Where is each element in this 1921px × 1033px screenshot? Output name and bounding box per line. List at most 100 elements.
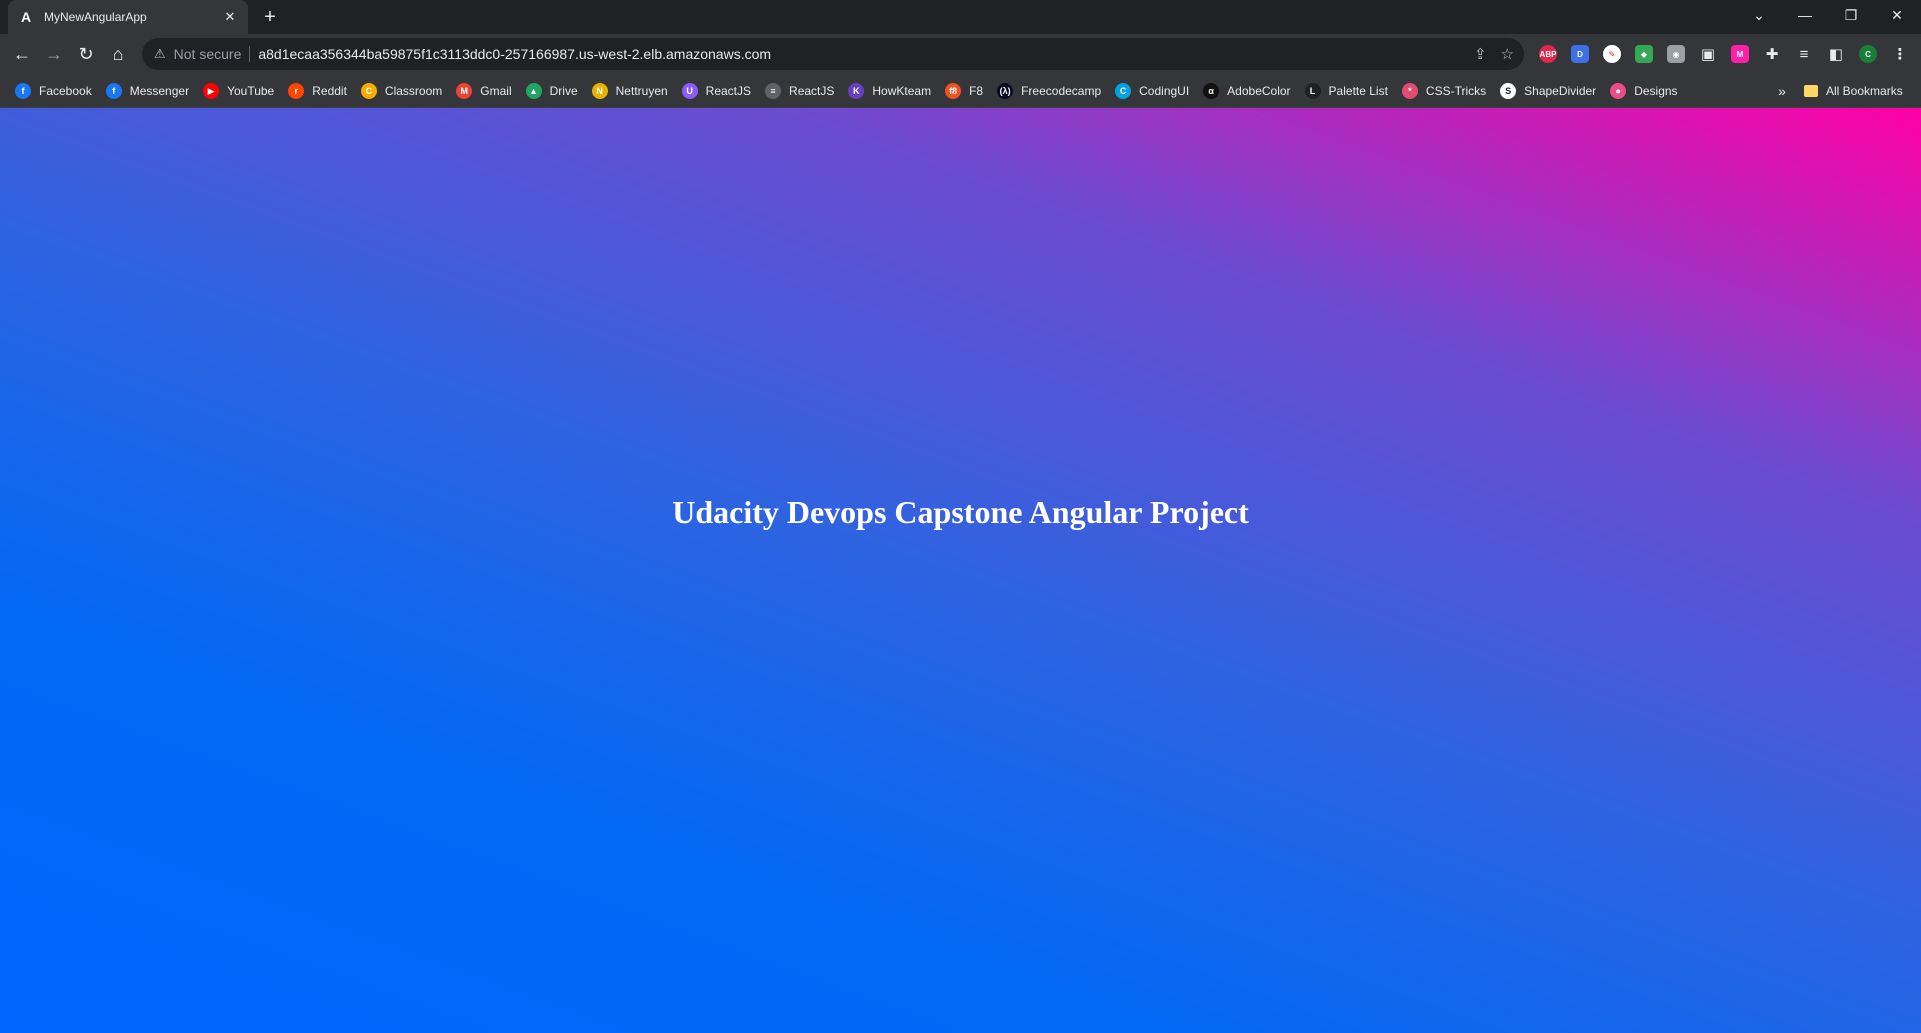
- bookmark-label: Freecodecamp: [1021, 84, 1102, 98]
- browser-toolbar: ← → ↻ ⌂ ⚠ Not secure a8d1ecaa356344ba598…: [0, 34, 1921, 74]
- bookmark-label: Messenger: [129, 84, 190, 98]
- new-tab-button[interactable]: +: [258, 5, 282, 29]
- bookmark-favicon-icon: α: [1203, 83, 1220, 99]
- bookmark-label: CodingUI: [1139, 84, 1190, 98]
- bookmark-label: Reddit: [312, 84, 347, 98]
- color-pick-icon[interactable]: ◆: [1628, 38, 1660, 70]
- bookmark-favicon-icon: ≡: [765, 83, 782, 99]
- bookmark-item[interactable]: r Reddit: [281, 77, 354, 105]
- menu-icon[interactable]: ⋮: [1884, 38, 1916, 70]
- bookmark-item[interactable]: α AdobeColor: [1196, 77, 1297, 105]
- bookmark-item[interactable]: ● Designs: [1603, 77, 1684, 105]
- all-bookmarks-button[interactable]: All Bookmarks: [1798, 77, 1909, 105]
- omnibox-divider: [249, 46, 251, 62]
- bookmark-favicon-icon: *: [1401, 83, 1418, 99]
- camera-icon[interactable]: ◉: [1660, 38, 1692, 70]
- bookmark-favicon-icon: S: [1500, 83, 1517, 99]
- bookmark-favicon-icon: K: [848, 83, 865, 99]
- share-icon[interactable]: ⇪: [1474, 45, 1487, 63]
- circle-pen-icon-glyph: ✎: [1603, 45, 1621, 63]
- tab-close-icon[interactable]: ✕: [222, 9, 238, 25]
- forward-button[interactable]: →: [38, 38, 70, 70]
- bookmark-item[interactable]: (λ) Freecodecamp: [990, 77, 1108, 105]
- bookmark-label: Facebook: [39, 84, 92, 98]
- puzzle-icon-glyph: ✚: [1763, 45, 1781, 63]
- menu-icon-glyph: ⋮: [1891, 45, 1909, 63]
- extensions-row: ABP D ✎ ◆ ◉ ▣ M ✚ ≡ ◧ C ⋮: [1532, 34, 1916, 74]
- bookmark-item[interactable]: f Messenger: [99, 77, 196, 105]
- tab-strip: A MyNewAngularApp ✕ + ⌄ — ❐ ✕: [0, 0, 1921, 34]
- omnibox-actions: ⇪ ☆: [1474, 38, 1514, 70]
- puzzle-icon[interactable]: ✚: [1756, 38, 1788, 70]
- bookmark-item[interactable]: f Facebook: [8, 77, 99, 105]
- reload-button[interactable]: ↻: [70, 38, 102, 70]
- adblock-icon-glyph: ABP: [1539, 45, 1557, 63]
- bookmark-item[interactable]: L Palette List: [1298, 77, 1395, 105]
- bookmark-item[interactable]: K HowKteam: [841, 77, 938, 105]
- back-button[interactable]: ←: [6, 38, 38, 70]
- tab-active[interactable]: A MyNewAngularApp ✕: [8, 0, 248, 34]
- profile-avatar[interactable]: C: [1852, 38, 1884, 70]
- bookmark-label: AdobeColor: [1227, 84, 1291, 98]
- folder-icon: [1804, 85, 1818, 97]
- m-extension-icon-glyph: M: [1731, 45, 1749, 63]
- page-viewport: Udacity Devops Capstone Angular Project: [0, 108, 1921, 1033]
- bookmark-item[interactable]: ≡ ReactJS: [758, 77, 841, 105]
- restore-button[interactable]: ❐: [1828, 0, 1874, 30]
- home-button[interactable]: ⌂: [102, 38, 134, 70]
- bookmark-label: Classroom: [384, 84, 443, 98]
- side-panel-icon[interactable]: ◧: [1820, 38, 1852, 70]
- url-text[interactable]: a8d1ecaa356344ba59875f1c3113ddc0-2571669…: [258, 46, 771, 62]
- bookmark-label: YouTube: [227, 84, 275, 98]
- d-extension-icon-glyph: D: [1571, 45, 1589, 63]
- bookmark-favicon-icon: M: [456, 83, 473, 99]
- bookmark-favicon-icon: (λ): [997, 83, 1014, 99]
- bookmark-label: Gmail: [480, 84, 512, 98]
- bookmarks-overflow-icon[interactable]: »: [1768, 77, 1796, 105]
- bookmark-label: Palette List: [1328, 84, 1388, 98]
- bookmark-favicon-icon: ▲: [525, 83, 542, 99]
- bookmark-item[interactable]: * CSS-Tricks: [1395, 77, 1493, 105]
- screen-icon[interactable]: ▣: [1692, 38, 1724, 70]
- reading-list-icon-glyph: ≡: [1795, 45, 1813, 63]
- page-heading: Udacity Devops Capstone Angular Project: [672, 494, 1249, 530]
- bookmark-item[interactable]: f8 F8: [938, 77, 990, 105]
- bookmark-item[interactable]: N Nettruyen: [585, 77, 675, 105]
- bookmark-item[interactable]: U ReactJS: [675, 77, 758, 105]
- bookmarks-list: f Facebook f Messenger ▶ YouTube r Reddit C Class…: [8, 74, 1685, 108]
- bookmark-item[interactable]: M Gmail: [449, 77, 518, 105]
- bookmark-label: F8: [969, 84, 984, 98]
- circle-pen-icon[interactable]: ✎: [1596, 38, 1628, 70]
- address-bar[interactable]: ⚠ Not secure a8d1ecaa356344ba59875f1c311…: [142, 38, 1524, 70]
- bookmark-label: Designs: [1634, 84, 1678, 98]
- bookmark-label: ReactJS: [789, 84, 835, 98]
- close-window-button[interactable]: ✕: [1874, 0, 1920, 30]
- reading-list-icon[interactable]: ≡: [1788, 38, 1820, 70]
- all-bookmarks-label: All Bookmarks: [1826, 84, 1903, 98]
- bookmark-item[interactable]: C CodingUI: [1108, 77, 1196, 105]
- bookmark-item[interactable]: ▲ Drive: [519, 77, 585, 105]
- bookmark-favicon-icon: U: [681, 83, 698, 99]
- bookmark-favicon-icon: f8: [945, 83, 962, 99]
- bookmark-favicon-icon: N: [591, 83, 608, 99]
- bookmarks-bar: f Facebook f Messenger ▶ YouTube r Reddit C Class…: [0, 74, 1921, 108]
- bookmark-label: Nettruyen: [615, 84, 668, 98]
- side-panel-icon-glyph: ◧: [1827, 45, 1845, 63]
- bookmark-item[interactable]: ▶ YouTube: [196, 77, 281, 105]
- m-extension-icon[interactable]: M: [1724, 38, 1756, 70]
- bookmark-item[interactable]: S ShapeDivider: [1493, 77, 1603, 105]
- d-extension-icon[interactable]: D: [1564, 38, 1596, 70]
- profile-avatar-glyph: C: [1859, 45, 1877, 63]
- tab-search-icon[interactable]: ⌄: [1736, 0, 1782, 30]
- tab-title: MyNewAngularApp: [44, 10, 147, 24]
- warning-icon[interactable]: ⚠: [154, 46, 166, 62]
- bookmark-label: CSS-Tricks: [1425, 84, 1487, 98]
- security-label[interactable]: Not secure: [174, 46, 242, 62]
- bookmark-label: ReactJS: [705, 84, 752, 98]
- bookmark-star-icon[interactable]: ☆: [1501, 45, 1514, 63]
- bookmark-favicon-icon: C: [360, 83, 377, 99]
- minimize-button[interactable]: —: [1782, 0, 1828, 30]
- bookmark-item[interactable]: C Classroom: [354, 77, 449, 105]
- screen-icon-glyph: ▣: [1699, 45, 1717, 63]
- adblock-icon[interactable]: ABP: [1532, 38, 1564, 70]
